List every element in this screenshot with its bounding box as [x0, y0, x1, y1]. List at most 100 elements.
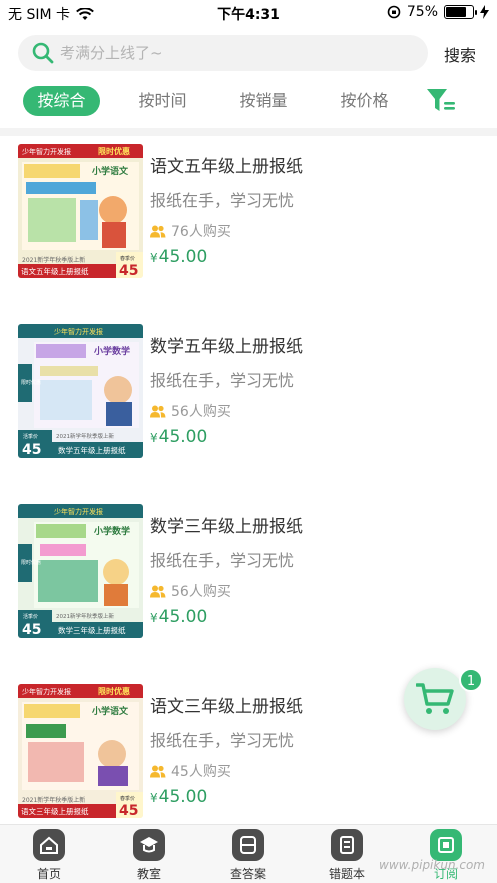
tab-answers[interactable]: 查答案: [213, 829, 283, 883]
cover-paper-name: 小学数学: [93, 345, 130, 357]
search-icon: [32, 42, 54, 64]
cover-paper-name: 小学语文: [91, 705, 129, 717]
sort-tab-overall[interactable]: 按综合: [23, 86, 100, 116]
buyers-text: 56人购买: [171, 584, 231, 600]
cover-band: 语文三年级上册报纸: [21, 806, 89, 816]
product-cover-image: 少年智力开发报 小学数学 限时优惠 活季价 45 2021新学年秋季版上新 数学…: [18, 504, 143, 638]
tab-label: 查答案: [229, 867, 266, 881]
cover-band: 数学五年级上册报纸: [58, 445, 126, 455]
product-subtitle: 报纸在手，学习无忧: [150, 731, 295, 750]
tab-label: 教室: [136, 867, 161, 881]
product-item[interactable]: 少年智力开发报 限时优惠 小学语文 2021新学年秋季版上新 语文五年级上册报纸…: [0, 136, 497, 306]
bottom-tab-bar: 首页 教室 查答案 错题本 订阅: [0, 824, 497, 883]
search-row: 搜索: [0, 30, 497, 78]
cover-promo: 限时优惠: [98, 686, 130, 696]
buyers-count: 45人购买: [150, 761, 231, 781]
cart-count-badge: 1: [459, 668, 483, 692]
users-icon: [150, 405, 166, 417]
product-subtitle: 报纸在手，学习无忧: [150, 371, 295, 390]
cover-banner: 少年智力开发报: [22, 147, 71, 156]
sort-tab-sales[interactable]: 按销量: [225, 86, 302, 116]
cover-season: 2021新学年秋季版上新: [56, 432, 114, 440]
filter-icon[interactable]: [426, 88, 456, 114]
search-box[interactable]: [18, 35, 428, 71]
cart-icon: [416, 683, 454, 714]
cover-tag: 春季价: [120, 795, 135, 802]
cover-banner: 少年智力开发报: [54, 327, 103, 336]
product-subtitle: 报纸在手，学习无忧: [150, 551, 295, 570]
users-icon: [150, 765, 166, 777]
search-button[interactable]: 搜索: [444, 42, 476, 66]
tab-home[interactable]: 首页: [14, 829, 84, 883]
product-cover-image: 少年智力开发报 限时优惠 小学语文 2021新学年秋季版上新 语文五年级上册报纸…: [18, 144, 143, 278]
cover-paper-name: 小学语文: [91, 165, 129, 177]
cover-band: 数学三年级上册报纸: [58, 625, 126, 635]
cover-price: 45: [22, 622, 41, 638]
cover-season: 2021新学年秋季版上新: [56, 612, 114, 620]
product-title: 数学三年级上册报纸: [150, 517, 303, 537]
buyers-text: 76人购买: [171, 224, 231, 240]
product-price: ¥45.00: [150, 427, 207, 447]
cover-banner: 少年智力开发报: [54, 507, 103, 516]
tab-mistakes[interactable]: 错题本: [312, 829, 382, 883]
buyers-count: 56人购买: [150, 581, 231, 601]
cover-season: 2021新学年秋季版上新: [22, 256, 85, 264]
search-input[interactable]: [60, 44, 400, 62]
currency-symbol: ¥: [150, 791, 158, 805]
product-item[interactable]: 少年智力开发报 小学数学 限时优惠 活季价 45 2021新学年秋季版上新 数学…: [0, 496, 497, 666]
sort-tab-time[interactable]: 按时间: [124, 86, 201, 116]
section-divider: [0, 128, 497, 136]
tab-label: 首页: [36, 867, 61, 881]
cover-band: 语文五年级上册报纸: [21, 266, 89, 276]
cover-season: 2021新学年秋季版上新: [22, 796, 85, 804]
cover-price: 45: [119, 803, 138, 818]
product-subtitle: 报纸在手，学习无忧: [150, 191, 295, 210]
price-value: 45.00: [158, 247, 208, 267]
users-icon: [150, 585, 166, 597]
answer-icon: [232, 829, 264, 861]
cover-price: 45: [22, 442, 41, 458]
product-title: 数学五年级上册报纸: [150, 337, 303, 357]
cover-price: 45: [119, 263, 138, 278]
tab-label: 错题本: [328, 867, 365, 881]
product-price: ¥45.00: [150, 247, 207, 267]
product-title: 语文三年级上册报纸: [150, 697, 303, 717]
buyers-text: 56人购买: [171, 404, 231, 420]
mistakes-icon: [331, 829, 363, 861]
cover-promo: 限时优惠: [21, 379, 41, 386]
tab-classroom[interactable]: 教室: [114, 829, 184, 883]
product-cover-image: 少年智力开发报 限时优惠 小学语文 2021新学年秋季版上新 语文三年级上册报纸…: [18, 684, 143, 818]
rotation-lock-icon: [387, 5, 401, 19]
battery-percent: 75%: [406, 4, 438, 20]
sort-tabs: 按综合 按时间 按销量 按价格: [0, 80, 497, 122]
sort-tab-price[interactable]: 按价格: [326, 86, 403, 116]
cover-promo: 限时优惠: [98, 146, 130, 156]
tab-subscribe[interactable]: 订阅: [411, 829, 481, 883]
watermark: www.pipikun.com: [379, 858, 485, 872]
buyers-count: 56人购买: [150, 401, 231, 421]
price-value: 45.00: [158, 787, 208, 807]
buyers-text: 45人购买: [171, 764, 231, 780]
cover-tag: 活季价: [23, 433, 38, 440]
currency-symbol: ¥: [150, 251, 158, 265]
currency-symbol: ¥: [150, 431, 158, 445]
users-icon: [150, 225, 166, 237]
product-cover-image: 少年智力开发报 小学数学 限时优惠 活季价 45 2021新学年秋季版上新 数学…: [18, 324, 143, 458]
product-title: 语文五年级上册报纸: [150, 157, 303, 177]
charging-icon: [480, 5, 489, 19]
cover-tag: 春季价: [120, 255, 135, 262]
currency-symbol: ¥: [150, 611, 158, 625]
cover-paper-name: 小学数学: [93, 525, 130, 537]
cover-tag: 活季价: [23, 613, 38, 620]
battery-icon: [444, 5, 477, 19]
product-item[interactable]: 少年智力开发报 小学数学 限时优惠 活季价 45 2021新学年秋季版上新 数学…: [0, 316, 497, 486]
buyers-count: 76人购买: [150, 221, 231, 241]
cart-button[interactable]: [404, 668, 466, 730]
product-price: ¥45.00: [150, 607, 207, 627]
cover-promo: 限时优惠: [21, 559, 41, 566]
subscribe-icon: [430, 829, 462, 861]
price-value: 45.00: [158, 427, 208, 447]
product-price: ¥45.00: [150, 787, 207, 807]
home-icon: [33, 829, 65, 861]
price-value: 45.00: [158, 607, 208, 627]
